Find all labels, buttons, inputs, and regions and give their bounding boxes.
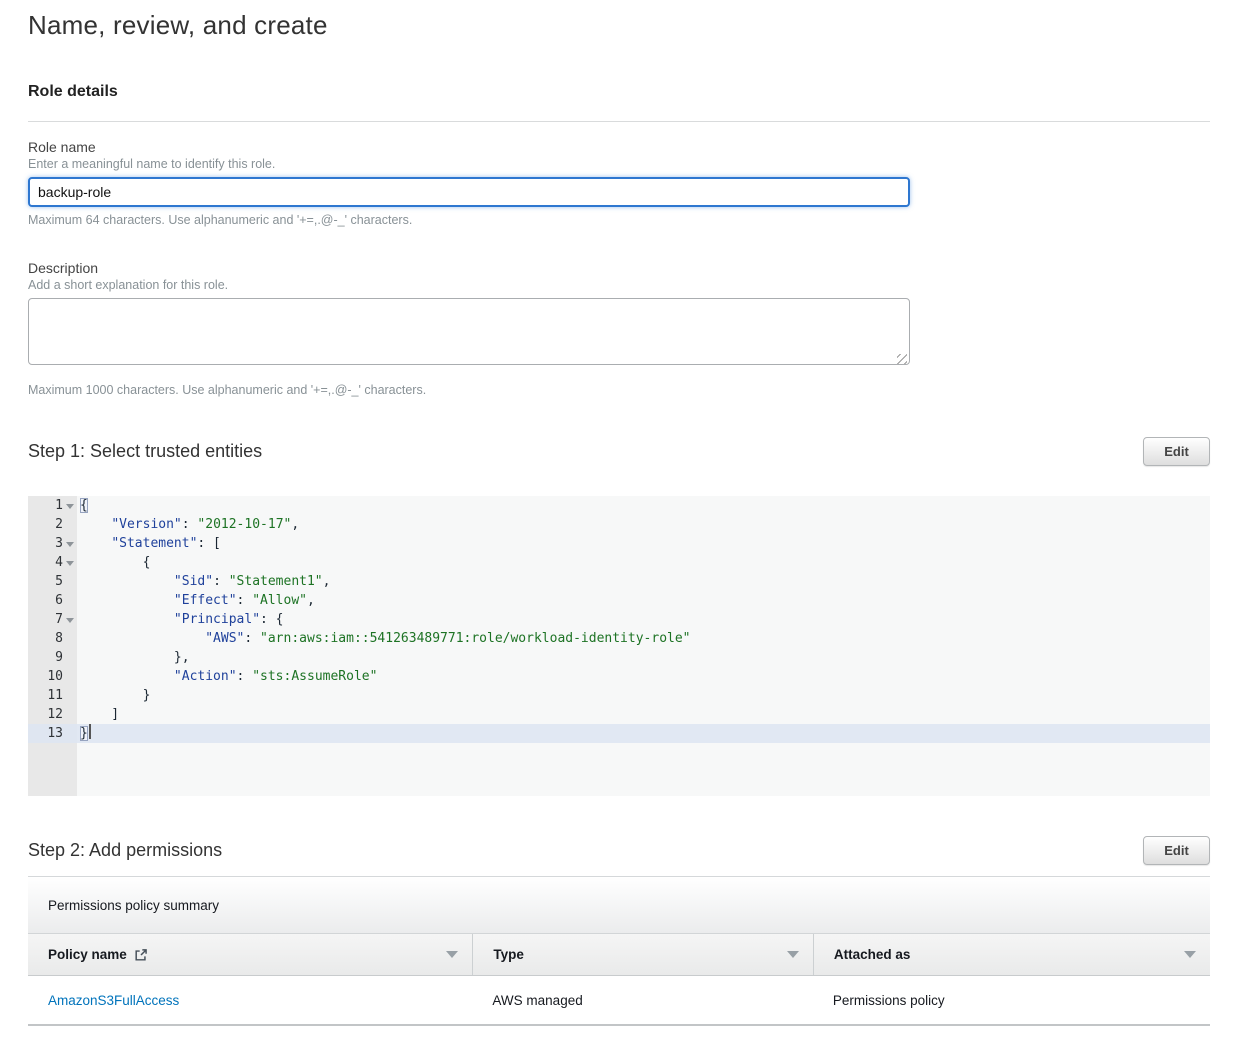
line-number: 12 xyxy=(28,705,77,724)
line-number: 10 xyxy=(28,667,77,686)
line-number: 8 xyxy=(28,629,77,648)
code-line: "Statement": [ xyxy=(80,534,1210,553)
text-cursor xyxy=(89,724,91,739)
step1-heading: Step 1: Select trusted entities xyxy=(28,441,262,462)
policy-name-link[interactable]: AmazonS3FullAccess xyxy=(48,993,179,1008)
description-constraint: Maximum 1000 characters. Use alphanumeri… xyxy=(28,383,1210,397)
editor-gutter: 12345678910111213 xyxy=(28,496,77,796)
permissions-panel: Permissions policy summary Policy name T… xyxy=(28,876,1210,1026)
role-name-input[interactable] xyxy=(28,177,910,207)
line-number: 7 xyxy=(28,610,77,629)
fold-arrow-icon[interactable] xyxy=(66,561,74,566)
fold-arrow-icon[interactable] xyxy=(66,504,74,509)
policy-document-editor[interactable]: 12345678910111213 { "Version": "2012-10-… xyxy=(28,496,1210,796)
column-header-attached-as: Attached as xyxy=(813,934,1210,975)
filter-dropdown-icon[interactable] xyxy=(1184,951,1196,958)
line-number: 1 xyxy=(28,496,77,515)
code-line: }, xyxy=(80,648,1210,667)
code-line: { xyxy=(80,553,1210,572)
code-line: "AWS": "arn:aws:iam::541263489771:role/w… xyxy=(80,629,1210,648)
code-line: "Sid": "Statement1", xyxy=(80,572,1210,591)
policy-type: AWS managed xyxy=(472,993,812,1008)
external-link-icon xyxy=(134,948,148,962)
description-hint: Add a short explanation for this role. xyxy=(28,278,1210,292)
column-header-type: Type xyxy=(472,934,812,975)
line-number: 4 xyxy=(28,553,77,572)
description-textarea[interactable] xyxy=(28,298,910,365)
fold-arrow-icon[interactable] xyxy=(66,618,74,623)
code-line: ] xyxy=(80,705,1210,724)
table-header: Policy name Type Attached as xyxy=(28,934,1210,976)
table-row: AmazonS3FullAccess AWS managedPermissions… xyxy=(28,976,1210,1026)
editor-code[interactable]: { "Version": "2012-10-17", "Statement": … xyxy=(77,496,1210,796)
code-line: } xyxy=(80,686,1210,705)
line-number: 6 xyxy=(28,591,77,610)
code-line: { xyxy=(80,496,1210,515)
line-number: 5 xyxy=(28,572,77,591)
role-name-label: Role name xyxy=(28,139,1210,155)
code-line: } xyxy=(77,724,1210,743)
line-number: 9 xyxy=(28,648,77,667)
step1-edit-button[interactable]: Edit xyxy=(1143,437,1210,466)
divider xyxy=(28,121,1210,122)
line-number: 11 xyxy=(28,686,77,705)
column-header-policy-name: Policy name xyxy=(28,934,472,975)
filter-dropdown-icon[interactable] xyxy=(446,951,458,958)
code-line: "Action": "sts:AssumeRole" xyxy=(80,667,1210,686)
policy-attached-as: Permissions policy xyxy=(813,993,1210,1008)
page-title: Name, review, and create xyxy=(28,10,1210,41)
line-number: 3 xyxy=(28,534,77,553)
resize-handle-icon[interactable] xyxy=(897,354,907,364)
code-line: "Version": "2012-10-17", xyxy=(80,515,1210,534)
line-number: 13 xyxy=(28,724,77,743)
role-name-constraint: Maximum 64 characters. Use alphanumeric … xyxy=(28,213,1210,227)
description-label: Description xyxy=(28,260,1210,276)
panel-title: Permissions policy summary xyxy=(28,877,1210,934)
step2-heading: Step 2: Add permissions xyxy=(28,840,222,861)
code-line: "Principal": { xyxy=(80,610,1210,629)
code-line: "Effect": "Allow", xyxy=(80,591,1210,610)
fold-arrow-icon[interactable] xyxy=(66,542,74,547)
line-number: 2 xyxy=(28,515,77,534)
filter-dropdown-icon[interactable] xyxy=(787,951,799,958)
table-body: AmazonS3FullAccess AWS managedPermissions… xyxy=(28,976,1210,1026)
role-details-heading: Role details xyxy=(28,83,1210,101)
step2-edit-button[interactable]: Edit xyxy=(1143,836,1210,865)
role-name-hint: Enter a meaningful name to identify this… xyxy=(28,157,1210,171)
